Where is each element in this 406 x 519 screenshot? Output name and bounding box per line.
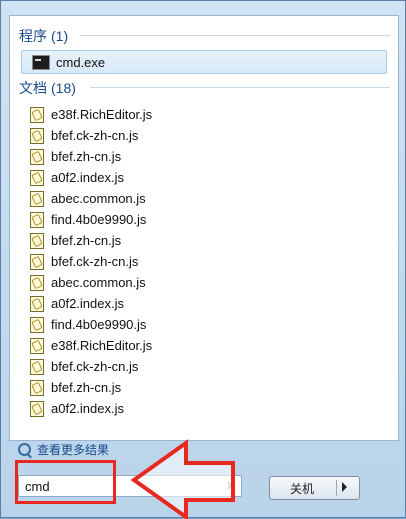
list-item[interactable]: a0f2.index.js — [30, 398, 370, 419]
list-item[interactable]: bfef.zh-cn.js — [30, 230, 370, 251]
list-item[interactable]: e38f.RichEditor.js — [30, 335, 370, 356]
list-item-label: find.4b0e9990.js — [51, 212, 147, 227]
shutdown-button[interactable]: 关机 — [269, 476, 360, 500]
js-file-icon — [30, 379, 44, 396]
js-file-icon — [30, 211, 44, 228]
programs-section-header: 程序 (1) — [19, 26, 68, 46]
list-item[interactable]: bfef.ck-zh-cn.js — [30, 356, 370, 377]
program-item-cmd[interactable]: cmd.exe — [21, 50, 387, 74]
documents-count: (18) — [51, 80, 76, 96]
see-more-results-link[interactable]: 查看更多结果 — [18, 441, 109, 458]
list-item-label: abec.common.js — [51, 191, 146, 206]
js-file-icon — [30, 169, 44, 186]
js-file-icon — [30, 316, 44, 333]
js-file-icon — [30, 337, 44, 354]
list-item[interactable]: abec.common.js — [30, 188, 370, 209]
list-item[interactable]: find.4b0e9990.js — [30, 314, 370, 335]
list-item[interactable]: bfef.ck-zh-cn.js — [30, 125, 370, 146]
list-item[interactable]: e38f.RichEditor.js — [30, 104, 370, 125]
shutdown-label: 关机 — [290, 481, 315, 496]
search-results-panel: 程序 (1) cmd.exe 文档 (18) e38f.RichEditor.js … — [9, 15, 399, 441]
list-item[interactable]: bfef.ck-zh-cn.js — [30, 251, 370, 272]
js-file-icon — [30, 148, 44, 165]
console-icon — [32, 54, 50, 70]
shutdown-divider — [336, 480, 337, 496]
list-item[interactable]: bfef.zh-cn.js — [30, 377, 370, 398]
programs-count: (1) — [51, 28, 69, 44]
close-icon[interactable]: ✕ — [225, 479, 237, 493]
list-item[interactable]: abec.common.js — [30, 272, 370, 293]
start-menu-window: 程序 (1) cmd.exe 文档 (18) e38f.RichEditor.js … — [0, 0, 406, 519]
js-file-icon — [30, 274, 44, 291]
list-item[interactable]: a0f2.index.js — [30, 167, 370, 188]
js-file-icon — [30, 106, 44, 123]
chevron-right-icon[interactable] — [342, 482, 347, 492]
documents-header-label: 文档 — [19, 80, 47, 96]
js-file-icon — [30, 232, 44, 249]
list-item[interactable]: bfef.zh-cn.js — [30, 146, 370, 167]
list-item-label: bfef.zh-cn.js — [51, 380, 122, 395]
js-file-icon — [30, 295, 44, 312]
see-more-label: 查看更多结果 — [37, 443, 110, 457]
js-file-icon — [30, 358, 44, 375]
list-item-label: a0f2.index.js — [51, 401, 124, 416]
list-item-label: bfef.ck-zh-cn.js — [51, 128, 139, 143]
list-item-label: a0f2.index.js — [51, 170, 124, 185]
list-item-label: bfef.zh-cn.js — [51, 149, 122, 164]
list-item-label: abec.common.js — [51, 275, 146, 290]
list-item-label: a0f2.index.js — [51, 296, 124, 311]
programs-separator — [80, 35, 390, 36]
annotation-highlight-box — [15, 460, 116, 504]
programs-header-label: 程序 — [19, 28, 47, 44]
js-file-icon — [30, 253, 44, 270]
list-item-label: e38f.RichEditor.js — [51, 107, 153, 122]
js-file-icon — [30, 127, 44, 144]
list-item-label: e38f.RichEditor.js — [51, 338, 153, 353]
list-item[interactable]: find.4b0e9990.js — [30, 209, 370, 230]
search-icon — [18, 443, 31, 456]
documents-separator — [90, 87, 390, 88]
list-item-label: find.4b0e9990.js — [51, 317, 147, 332]
js-file-icon — [30, 400, 44, 417]
list-item-label: bfef.ck-zh-cn.js — [51, 359, 139, 374]
list-item[interactable]: a0f2.index.js — [30, 293, 370, 314]
documents-list: e38f.RichEditor.js bfef.ck-zh-cn.js bfef… — [30, 104, 370, 419]
list-item-label: bfef.ck-zh-cn.js — [51, 254, 139, 269]
documents-section-header: 文档 (18) — [19, 78, 76, 98]
program-item-label: cmd.exe — [56, 54, 106, 70]
list-item-label: bfef.zh-cn.js — [51, 233, 122, 248]
js-file-icon — [30, 190, 44, 207]
